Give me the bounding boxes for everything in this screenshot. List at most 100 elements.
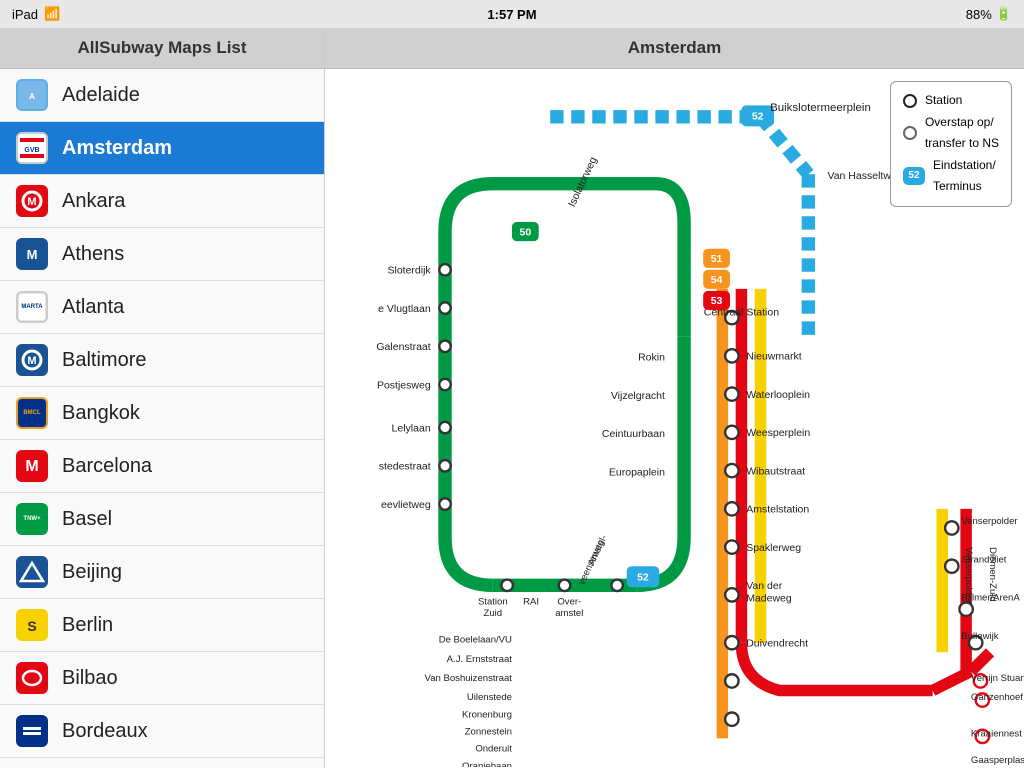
svg-text:Ceintuurbaan: Ceintuurbaan [602,428,665,440]
svg-text:A: A [29,92,35,101]
battery-label: 88% [966,7,992,22]
sidebar-item-ankara[interactable]: M Ankara [0,175,324,228]
svg-text:51: 51 [711,253,723,265]
svg-text:Vijzelgracht: Vijzelgracht [611,390,665,402]
svg-text:Uilenstede: Uilenstede [467,692,512,703]
sidebar-item-berlin[interactable]: S Berlin [0,599,324,652]
sidebar-item-barcelona[interactable]: MBarcelona [0,440,324,493]
sidebar-item-bangkok[interactable]: BMCL Bangkok [0,387,324,440]
map-content: Station Overstap op/transfer to NS 52 Ei… [325,69,1024,767]
item-label-beijing: Beijing [62,561,122,584]
icon-basel: TNW+ [16,503,48,535]
item-label-ankara: Ankara [62,190,125,213]
svg-text:Diemen-Zuid: Diemen-Zuid [987,547,998,602]
icon-bordeaux [16,715,48,747]
svg-text:Station: Station [478,596,508,607]
sidebar-list: AAdelaide GVB Amsterdam M Ankara Μ Athens MARTA… [0,69,324,768]
svg-text:Rokin: Rokin [638,352,665,364]
svg-text:GVB: GVB [24,147,39,154]
icon-athens: Μ [16,238,48,270]
svg-text:50: 50 [519,226,531,238]
icon-bangkok: BMCL [16,397,48,429]
svg-text:Nieuwmarkt: Nieuwmarkt [746,351,802,363]
transfer-icon [903,126,917,140]
svg-text:Over-: Over- [557,596,581,607]
svg-text:A.J. Ernststraat: A.J. Ernststraat [447,654,513,665]
map-area: Amsterdam Station Overstap op/transfer t… [325,28,1024,768]
svg-text:BMCL: BMCL [23,410,41,416]
svg-text:Postjesweg: Postjesweg [377,379,431,391]
svg-text:M: M [27,355,36,367]
station-label: Station [925,90,962,112]
sidebar-item-athens[interactable]: Μ Athens [0,228,324,281]
sidebar-item-boston[interactable]: TBoston [0,758,324,768]
svg-text:S: S [27,618,36,634]
svg-text:Gaasperplas: Gaasperplas [971,755,1024,766]
sidebar-item-baltimore[interactable]: M Baltimore [0,334,324,387]
status-time: 1:57 PM [487,7,536,22]
battery-icon: 🔋 [996,6,1012,22]
svg-text:Venserpolder: Venserpolder [963,547,974,604]
sidebar-item-adelaide[interactable]: AAdelaide [0,69,324,122]
sidebar-item-bilbao[interactable]: Bilbao [0,652,324,705]
icon-barcelona: M [16,450,48,482]
sidebar-item-beijing[interactable]: Beijing [0,546,324,599]
svg-text:amstel: amstel [555,608,583,619]
svg-text:M: M [27,196,36,208]
svg-text:Zonnestein: Zonnestein [465,726,512,737]
sidebar-item-bordeaux[interactable]: Bordeaux [0,705,324,758]
svg-text:Madeweg: Madeweg [746,593,792,605]
wifi-icon: 📶 [44,6,60,22]
svg-text:54: 54 [711,274,723,286]
legend: Station Overstap op/transfer to NS 52 Ei… [890,81,1012,207]
svg-text:eevlietweg: eevlietweg [381,499,431,511]
svg-text:Kraaiennest: Kraaiennest [971,728,1022,739]
svg-text:Onderuit: Onderuit [475,744,512,755]
ipad-label: iPad [12,7,38,22]
svg-text:Waterlooplein: Waterlooplein [746,389,810,401]
icon-beijing [16,556,48,588]
svg-text:Van Boshuizenstraat: Van Boshuizenstraat [425,673,513,684]
svg-text:Galenstraat: Galenstraat [376,341,430,353]
icon-berlin: S [16,609,48,641]
item-label-baltimore: Baltimore [62,349,146,372]
svg-text:Wibautstraat: Wibautstraat [746,465,805,477]
svg-text:Van der: Van der [746,580,782,592]
svg-text:Kronenburg: Kronenburg [462,709,512,720]
item-label-athens: Athens [62,243,124,266]
svg-text:M: M [25,458,38,475]
svg-text:stedestraat: stedestraat [379,461,431,473]
icon-bilbao [16,662,48,694]
sidebar-item-atlanta[interactable]: MARTA Atlanta [0,281,324,334]
icon-atlanta: MARTA [16,291,48,323]
icon-adelaide: A [16,79,48,111]
svg-text:Europaplein: Europaplein [609,466,665,478]
svg-text:Μ: Μ [27,247,38,262]
svg-text:TNW+: TNW+ [23,516,41,522]
transfer-label: Overstap op/transfer to NS [925,112,999,155]
svg-text:Spaklerweg: Spaklerweg [746,542,801,554]
svg-text:Zuid: Zuid [484,608,503,619]
svg-text:RAI: RAI [523,596,539,607]
sidebar-item-amsterdam[interactable]: GVB Amsterdam [0,122,324,175]
svg-text:Sloterdijk: Sloterdijk [387,265,431,277]
sidebar: AllSubway Maps List AAdelaide GVB Amsterda… [0,28,325,768]
item-label-bangkok: Bangkok [62,402,140,425]
svg-text:Venserpolder: Venserpolder [961,516,1018,527]
item-label-atlanta: Atlanta [62,296,124,319]
sidebar-item-basel[interactable]: TNW+Basel [0,493,324,546]
sidebar-title: AllSubway Maps List [0,28,324,69]
item-label-berlin: Berlin [62,614,113,637]
status-bar: iPad 📶 1:57 PM 88% 🔋 [0,0,1024,28]
svg-text:Lelylaan: Lelylaan [392,422,431,434]
icon-ankara: M [16,185,48,217]
svg-text:Oranjebaan: Oranjebaan [462,761,512,767]
svg-text:Weesperplein: Weesperplein [746,427,810,439]
item-label-bordeaux: Bordeaux [62,720,148,743]
item-label-bilbao: Bilbao [62,667,118,690]
svg-text:52: 52 [637,572,649,584]
item-label-amsterdam: Amsterdam [62,137,172,160]
svg-text:Buikslotermeerplein: Buikslotermeerplein [770,102,871,114]
terminus-icon: 52 [903,167,925,185]
status-right: 88% 🔋 [966,6,1012,22]
